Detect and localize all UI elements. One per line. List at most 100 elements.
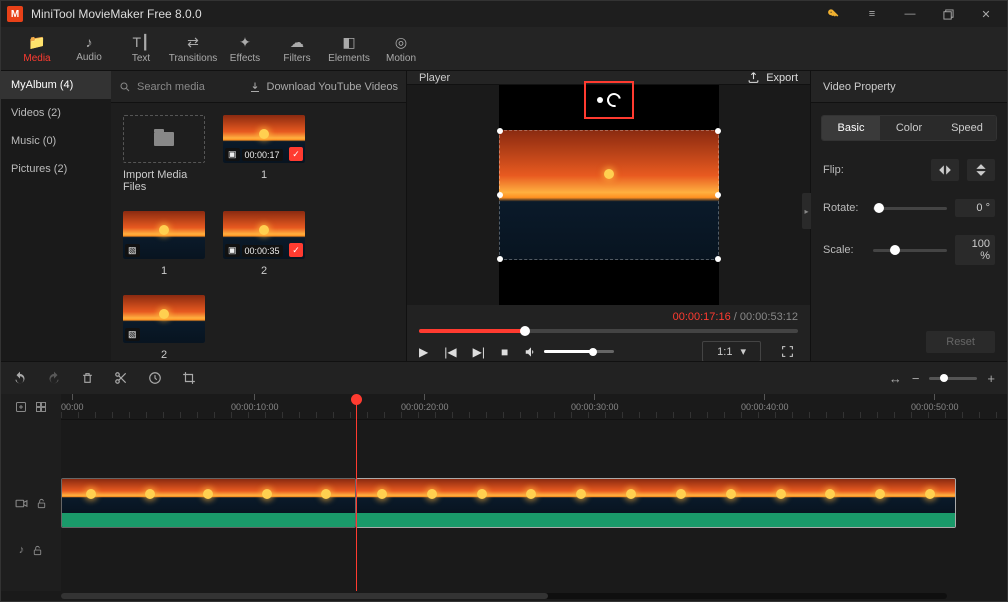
audio-track[interactable] [61,542,1007,572]
preview-canvas[interactable] [499,85,719,305]
picture-type-icon: ▧ [125,328,140,341]
flip-horizontal-button[interactable] [931,159,959,181]
rotate-slider[interactable] [873,207,947,210]
minimize-button[interactable]: — [895,1,925,27]
media-thumbnail[interactable]: ▧2 [123,295,205,361]
stop-button[interactable]: ■ [501,345,508,359]
auto-fit-icon[interactable]: ↔ [889,371,902,386]
lock-track-button[interactable] [36,497,47,510]
collapse-properties-button[interactable]: ▸ [802,193,811,229]
resize-handle-l[interactable] [497,192,503,198]
import-media-button[interactable]: Import Media Files [123,115,205,193]
track-manager-button[interactable] [35,401,47,413]
selected-clip-overlay[interactable] [499,130,719,260]
media-thumbnails: Import Media Files▣00:00:17✓1▧1▣00:00:35… [111,103,406,361]
tab-transitions[interactable]: ⇄Transitions [167,27,219,71]
resize-handle-tl[interactable] [497,128,503,134]
resize-handle-tr[interactable] [715,128,721,134]
reset-button[interactable]: Reset [926,331,995,353]
album-item[interactable]: MyAlbum (4) [1,71,111,99]
play-button[interactable]: ▶ [419,345,428,359]
crop-button[interactable] [182,371,196,385]
tab-filters[interactable]: ☁Filters [271,27,323,71]
menu-icon[interactable]: ≡ [857,1,887,27]
check-icon: ✓ [289,147,303,161]
download-icon [249,81,261,93]
volume-slider[interactable] [544,350,614,353]
timeline-clip[interactable]: ▣1 [61,478,356,528]
volume-icon[interactable] [524,345,538,359]
property-tabs: BasicColorSpeed [821,115,997,141]
search-media[interactable]: Search media [119,81,241,93]
prev-frame-button[interactable]: |◀ [444,345,456,359]
ruler-tick: 00:00:10:00 [231,394,279,412]
zoom-in-button[interactable]: + [987,371,995,386]
duration-badge: 00:00:35 [242,245,283,257]
tab-text[interactable]: T┃Text [115,27,167,71]
album-item[interactable]: Videos (2) [1,99,111,127]
media-thumbnail[interactable]: ▣00:00:17✓1 [223,115,305,193]
tab-motion[interactable]: ◎Motion [375,27,427,71]
rotate-handle[interactable] [584,81,634,119]
resize-handle-br[interactable] [715,256,721,262]
next-frame-button[interactable]: ▶| [473,345,485,359]
fullscreen-button[interactable] [777,341,798,362]
export-button[interactable]: Export [747,71,798,84]
video-type-icon: ▣ [225,148,240,161]
speed-button[interactable] [148,371,162,385]
seek-bar[interactable] [419,329,798,333]
tab-elements[interactable]: ◧Elements [323,27,375,71]
transitions-icon: ⇄ [187,34,199,51]
zoom-slider[interactable] [929,377,977,380]
download-youtube-button[interactable]: Download YouTube Videos [249,81,399,93]
filters-icon: ☁ [290,34,304,51]
preview-canvas-area[interactable] [407,85,810,305]
ruler-tick: 00:00:50:00 [911,394,959,412]
tab-media[interactable]: 📁Media [11,27,63,71]
maximize-button[interactable] [933,1,963,27]
resize-handle-bl[interactable] [497,256,503,262]
property-tab-speed[interactable]: Speed [938,116,996,140]
album-item[interactable]: Pictures (2) [1,155,111,183]
undo-button[interactable] [13,371,27,385]
timeline-clip[interactable]: ▣2 [356,478,956,528]
timeline-scrollbar[interactable] [61,593,947,599]
tab-effects[interactable]: ✦Effects [219,27,271,71]
album-item[interactable]: Music (0) [1,127,111,155]
media-thumbnail[interactable]: ▣00:00:35✓2 [223,211,305,277]
scale-slider[interactable] [873,249,947,252]
ruler-tick: 00:00:30:00 [571,394,619,412]
timeline-ruler[interactable]: 00:0000:00:10:0000:00:20:0000:00:30:0000… [61,394,1007,420]
folder-icon [154,132,174,146]
redo-button[interactable] [47,371,61,385]
media-icon: 📁 [28,34,45,51]
delete-button[interactable] [81,371,94,385]
duration-badge: 00:00:17 [242,149,283,161]
audio-icon: ♪ [86,34,93,50]
property-tab-basic[interactable]: Basic [822,116,880,140]
asset-toolbar: 📁Media♪AudioT┃Text⇄Transitions✦Effects☁F… [1,27,1007,71]
titlebar: M MiniTool MovieMaker Free 8.0.0 ≡ — ✕ [1,1,1007,27]
media-thumbnail[interactable]: ▧1 [123,211,205,277]
tab-audio[interactable]: ♪Audio [63,27,115,71]
split-button[interactable] [114,371,128,385]
aspect-ratio-select[interactable]: 1:1 ▾ [702,341,761,362]
lock-audio-track-button[interactable] [32,544,43,557]
video-track-icon [15,497,28,510]
premium-key-icon[interactable] [819,1,849,27]
close-button[interactable]: ✕ [971,1,1001,27]
zoom-out-button[interactable]: − [912,371,920,386]
playback-time: 00:00:17:16 / 00:00:53:12 [419,311,798,323]
timeline-tracks[interactable]: 00:0000:00:10:0000:00:20:0000:00:30:0000… [61,394,1007,591]
elements-icon: ◧ [342,34,355,51]
add-track-button[interactable] [15,401,27,413]
playhead[interactable] [356,394,357,591]
text-icon: T┃ [133,34,150,51]
video-track[interactable]: ▣1▣2 [61,478,1007,528]
search-icon [119,81,131,93]
resize-handle-r[interactable] [715,192,721,198]
player-title: Player [419,72,450,84]
flip-vertical-button[interactable] [967,159,995,181]
ruler-tick: 00:00:40:00 [741,394,789,412]
property-tab-color[interactable]: Color [880,116,938,140]
